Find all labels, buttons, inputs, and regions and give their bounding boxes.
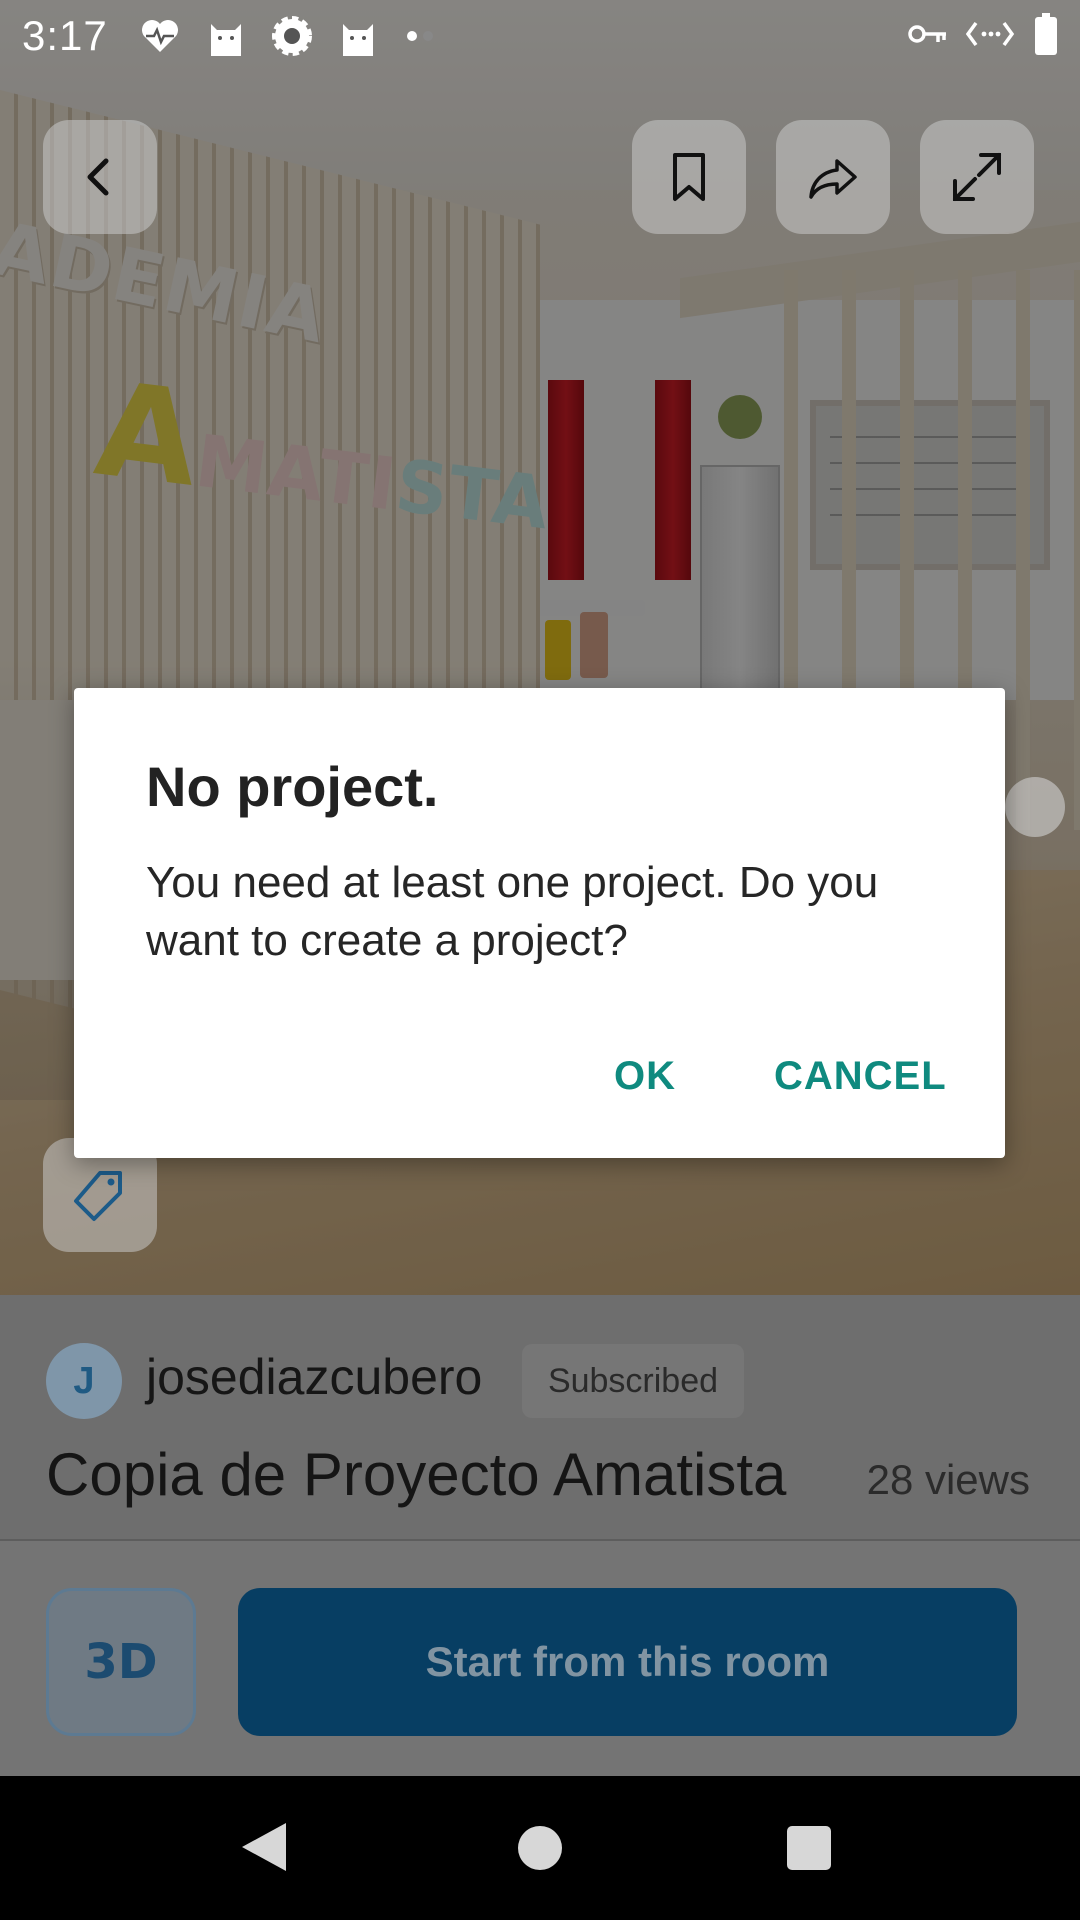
- nav-recents-icon[interactable]: [787, 1826, 831, 1870]
- heart-pulse-icon: [138, 14, 182, 58]
- share-button[interactable]: [776, 120, 890, 234]
- system-icons: [908, 12, 1058, 60]
- no-project-dialog: No project. You need at least one projec…: [74, 688, 1005, 1158]
- author-username[interactable]: josediazcubero: [146, 1348, 482, 1406]
- nav-home-icon[interactable]: [518, 1826, 562, 1870]
- expand-icon: [953, 153, 1001, 201]
- battery-icon: [1034, 12, 1058, 60]
- bookmark-button[interactable]: [632, 120, 746, 234]
- vpn-key-icon: [908, 22, 948, 51]
- status-bar: 3:17: [0, 0, 1080, 72]
- code-arrows-icon: [965, 19, 1016, 54]
- status-time: 3:17: [22, 12, 108, 59]
- notification-icons: [138, 14, 446, 58]
- back-button[interactable]: [43, 120, 157, 234]
- ok-button[interactable]: OK: [606, 1048, 684, 1105]
- project-title: Copia de Proyecto Amatista: [46, 1441, 787, 1508]
- start-from-room-button[interactable]: Start from this room: [238, 1588, 1017, 1736]
- hotspot-marker[interactable]: [1005, 777, 1065, 837]
- bookmark-icon: [673, 153, 705, 201]
- tag-icon: [74, 1171, 122, 1221]
- fullscreen-button[interactable]: [920, 120, 1034, 234]
- avatar[interactable]: J: [46, 1343, 122, 1419]
- dialog-message: You need at least one project. Do you wa…: [146, 858, 879, 965]
- gear-badge-icon: [270, 14, 314, 58]
- view-3d-button[interactable]: 3D: [46, 1588, 196, 1736]
- cat-icon: [204, 14, 248, 58]
- cat-icon: [336, 14, 380, 58]
- nav-back-icon[interactable]: [242, 1823, 286, 1871]
- chevron-left-icon: [87, 158, 109, 196]
- views-count: 28 views: [866, 1456, 1030, 1503]
- share-arrow-icon: [809, 159, 857, 199]
- cancel-button[interactable]: CANCEL: [766, 1048, 955, 1105]
- subscribed-badge[interactable]: Subscribed: [522, 1344, 744, 1418]
- dots-icon: [402, 14, 446, 58]
- dialog-title: No project.: [146, 755, 439, 818]
